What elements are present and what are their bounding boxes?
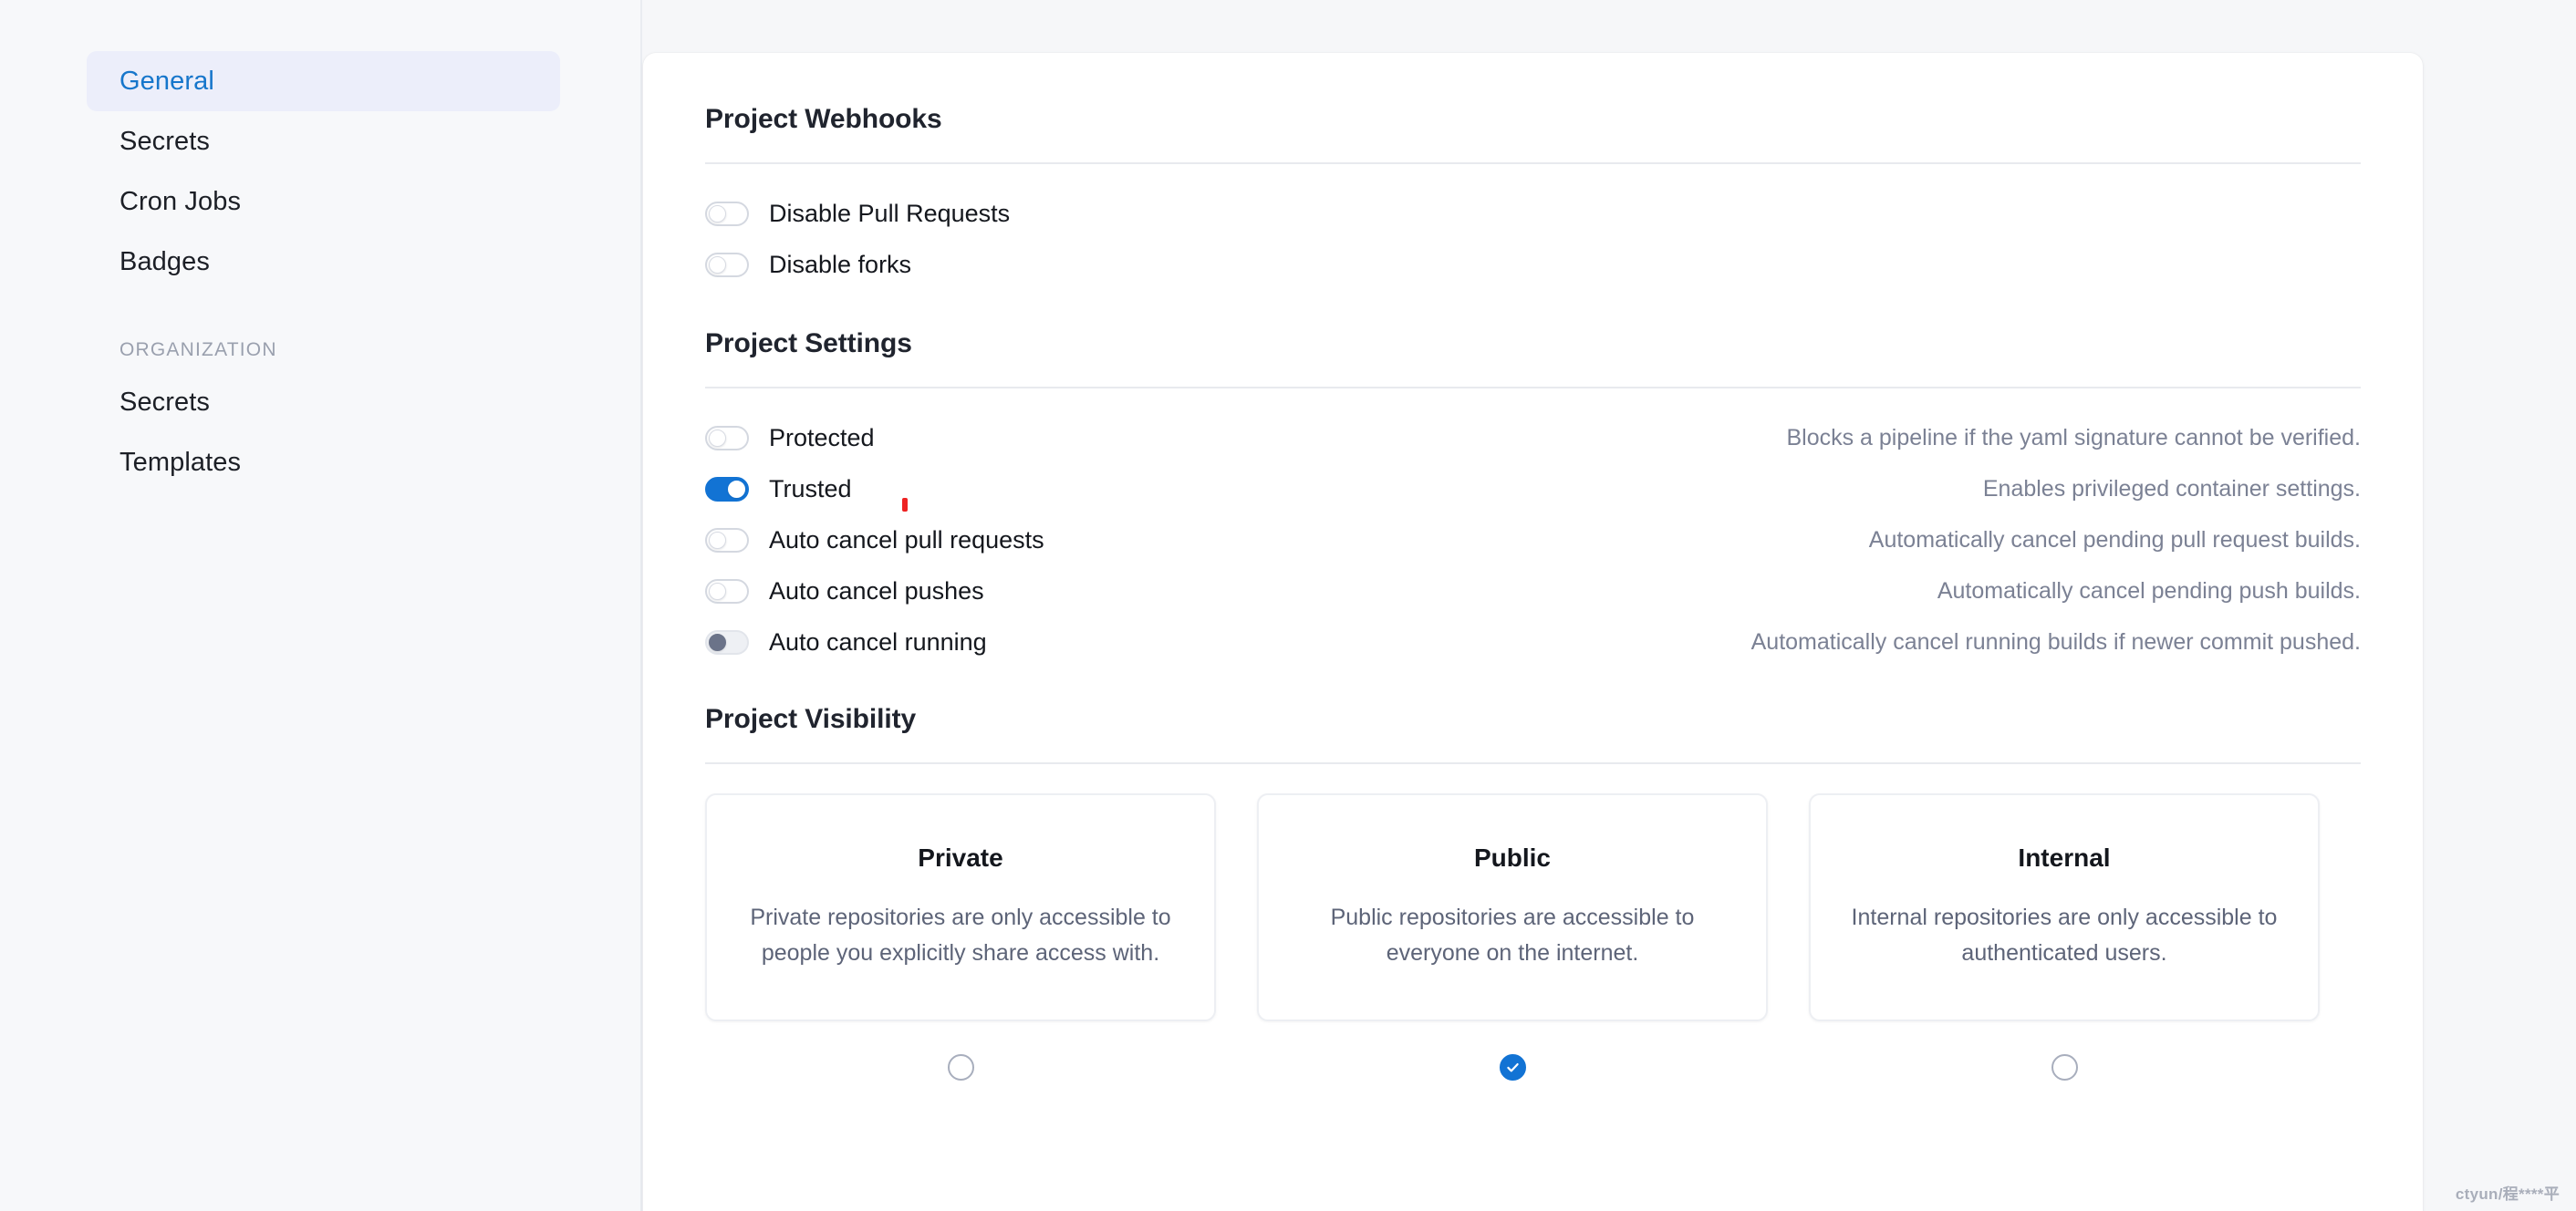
toggle-knob (709, 204, 726, 223)
visibility-radio-wrap (947, 1049, 974, 1085)
toggle-knob (709, 531, 726, 549)
toggle-auto-cancel-pull-requests[interactable] (705, 527, 749, 553)
sidebar-item-label: Secrets (119, 387, 211, 417)
settings-card: Project Webhooks Disable Pull Requests D… (643, 53, 2423, 1211)
setting-row: Trusted Enables privileged container set… (705, 463, 2361, 514)
setting-row: Auto cancel pull requests Automatically … (705, 498, 2361, 565)
watermark: ctyun/程****平 (2455, 1185, 2560, 1203)
section-divider (705, 762, 2361, 764)
toggle-disable-pull-requests[interactable] (705, 201, 749, 226)
sidebar-item-cron-jobs[interactable]: Cron Jobs (87, 171, 560, 232)
setting-description: Blocks a pipeline if the yaml signature … (1786, 424, 2361, 450)
setting-row: Disable forks (705, 239, 2361, 290)
settings-page: General Secrets Cron Jobs Badges ORGANIZ… (0, 0, 2576, 1211)
setting-label: Trusted (769, 474, 852, 502)
webhooks-rows: Disable Pull Requests Disable forks (705, 188, 2361, 290)
project-settings-heading: Project Settings (705, 328, 912, 358)
setting-description: Automatically cancel pending push builds… (1937, 577, 2361, 604)
sidebar-item-badges[interactable]: Badges (87, 232, 560, 292)
section-divider (705, 162, 2361, 164)
visibility-description: Public repositories are accessible to ev… (1330, 905, 1695, 966)
sidebar-item-label: General (119, 66, 214, 96)
sidebar-item-label: Badges (119, 246, 210, 276)
setting-description: Enables privileged container settings. (1982, 475, 2361, 502)
toggle-knob (709, 255, 726, 274)
setting-row: Disable Pull Requests (705, 188, 2361, 239)
visibility-option-internal[interactable]: Internal Internal repositories are only … (1809, 793, 2320, 1085)
sidebar-item-general[interactable]: General (87, 51, 560, 111)
sidebar-section-organization: ORGANIZATION (119, 339, 277, 360)
radio-public[interactable] (1499, 1053, 1526, 1081)
setting-label: Disable forks (769, 250, 912, 278)
visibility-title: Public (1473, 844, 1551, 873)
visibility-card[interactable]: Public Public repositories are accessibl… (1257, 793, 1768, 1021)
visibility-options: Private Private repositories are only ac… (705, 793, 2361, 1085)
radio-private[interactable] (947, 1053, 974, 1081)
sidebar-item-label: Secrets (119, 126, 211, 156)
visibility-card[interactable]: Internal Internal repositories are only … (1809, 793, 2320, 1021)
setting-description: Automatically cancel pending pull reques… (1868, 526, 2361, 553)
visibility-card[interactable]: Private Private repositories are only ac… (705, 793, 1216, 1021)
visibility-title: Internal (2018, 844, 2111, 873)
project-webhooks-heading: Project Webhooks (705, 104, 942, 134)
section-divider (705, 387, 2361, 388)
setting-label: Auto cancel pull requests (769, 525, 1044, 554)
visibility-option-private[interactable]: Private Private repositories are only ac… (705, 793, 1216, 1085)
visibility-radio-wrap (1499, 1049, 1526, 1085)
toggle-auto-cancel-pushes[interactable] (705, 578, 749, 604)
setting-label: Auto cancel running (769, 627, 987, 656)
setting-description: Automatically cancel running builds if n… (1750, 628, 2361, 655)
setting-label: Auto cancel pushes (769, 576, 984, 605)
visibility-title: Private (918, 844, 1003, 873)
setting-label: Disable Pull Requests (769, 199, 1011, 227)
sidebar-nav-list: General Secrets Cron Jobs Badges ORGANIZ… (0, 0, 640, 492)
toggle-knob (709, 582, 726, 600)
sidebar: General Secrets Cron Jobs Badges ORGANIZ… (0, 0, 642, 1211)
text-caret-indicator (902, 498, 908, 512)
setting-label: Protected (769, 423, 875, 451)
toggle-knob (709, 633, 726, 651)
toggle-auto-cancel-running[interactable] (705, 629, 749, 655)
setting-row: Auto cancel pushes Automatically cancel … (705, 565, 2361, 616)
toggle-disable-forks[interactable] (705, 252, 749, 277)
setting-row: Auto cancel running Automatically cancel… (705, 616, 2361, 668)
sidebar-item-secrets[interactable]: Secrets (87, 111, 560, 171)
visibility-description: Private repositories are only accessible… (750, 905, 1171, 966)
toggle-protected[interactable] (705, 425, 749, 450)
visibility-radio-wrap (2051, 1049, 2078, 1085)
radio-internal[interactable] (2051, 1053, 2078, 1081)
visibility-option-public[interactable]: Public Public repositories are accessibl… (1257, 793, 1768, 1085)
sidebar-item-label: Templates (119, 447, 242, 477)
project-visibility-heading: Project Visibility (705, 704, 917, 734)
sidebar-item-org-secrets[interactable]: Secrets (87, 372, 560, 432)
project-settings-rows: Protected Blocks a pipeline if the yaml … (705, 412, 2361, 668)
toggle-trusted[interactable] (705, 476, 749, 502)
setting-row: Protected Blocks a pipeline if the yaml … (705, 412, 2361, 463)
sidebar-item-org-templates[interactable]: Templates (87, 432, 560, 492)
visibility-description: Internal repositories are only accessibl… (1851, 905, 2278, 966)
toggle-knob (709, 429, 726, 447)
toggle-knob (728, 480, 745, 498)
sidebar-item-label: Cron Jobs (119, 186, 242, 216)
